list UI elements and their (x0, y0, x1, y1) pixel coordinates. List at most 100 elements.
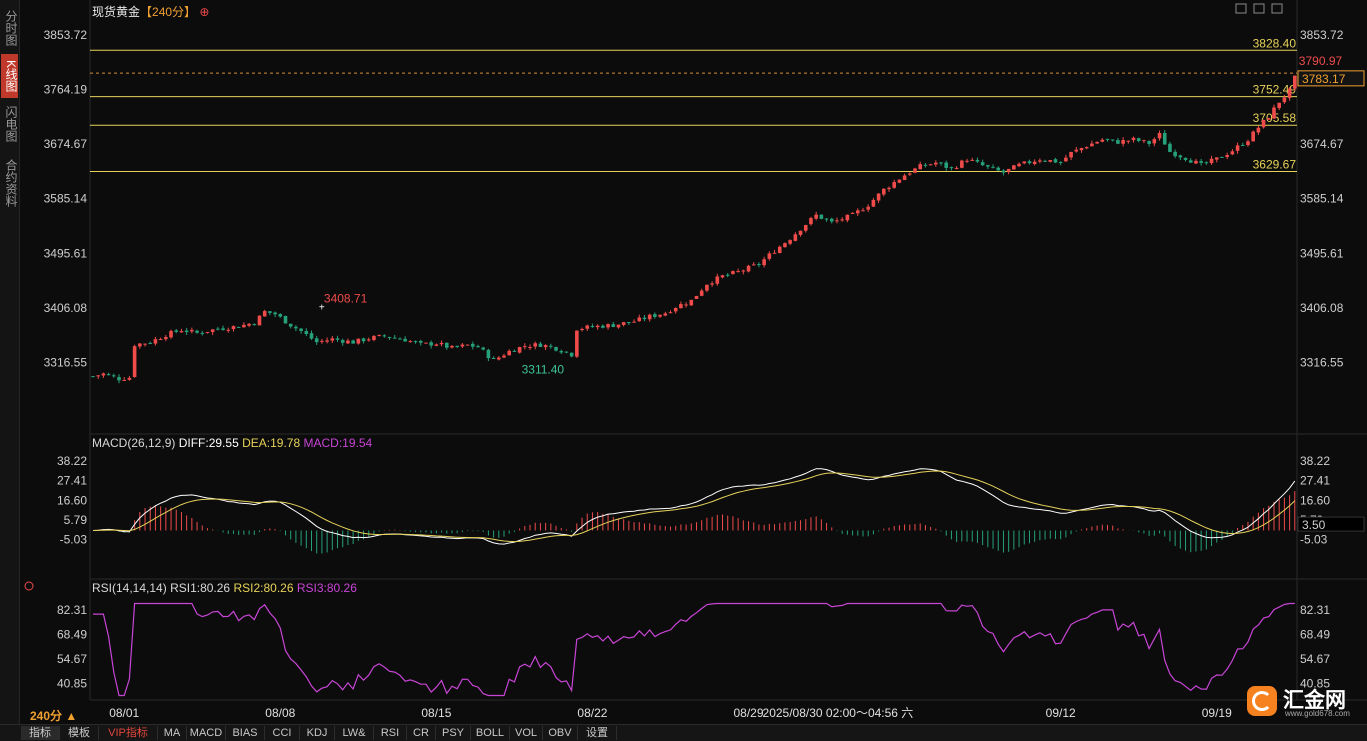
candle-body (101, 373, 106, 376)
candle-body (497, 357, 501, 360)
rsi-line (93, 602, 1295, 697)
candle-body (398, 338, 402, 340)
candle-body (1053, 159, 1058, 163)
candle-body (777, 246, 782, 253)
candle-body (1240, 144, 1245, 146)
candle-body (382, 335, 387, 337)
tab-macd[interactable]: MACD (187, 726, 226, 740)
candle-body (595, 325, 600, 328)
tab-rsi[interactable]: RSI (374, 726, 407, 740)
candle-body (283, 315, 288, 324)
tab-lw[interactable]: LW& (335, 726, 374, 740)
candle-body (252, 324, 257, 326)
right-tick-label: 3585.14 (1300, 192, 1344, 206)
tab-vol[interactable]: VOL (510, 726, 543, 740)
candle-body (1090, 143, 1094, 147)
candle-body (1126, 140, 1131, 142)
tab-cci[interactable]: CCI (265, 726, 300, 740)
candle-body (1147, 141, 1151, 144)
tab-kdj[interactable]: KDJ (300, 726, 335, 740)
period-selector[interactable]: 240分 ▲ (30, 707, 77, 724)
candle-body (663, 313, 668, 316)
right-tick-label: 3316.55 (1300, 356, 1344, 370)
candle-body (106, 374, 111, 376)
candle-body (138, 343, 142, 347)
candle-body (1214, 157, 1219, 160)
tab-ma[interactable]: MA (158, 726, 187, 740)
candle-body (174, 330, 179, 332)
rsi-right-tick-label: 54.67 (1300, 652, 1330, 666)
candle-body (746, 265, 751, 272)
candle-body (564, 351, 569, 353)
candle-body (767, 253, 772, 259)
candle-body (809, 218, 813, 225)
candle-body (96, 375, 101, 377)
candle-body (205, 331, 210, 333)
tab-vip-indicators[interactable]: VIP指标 (99, 726, 158, 740)
x-tick-label: 09/19 (1202, 706, 1232, 720)
candle-body (320, 340, 324, 342)
candle-body (923, 164, 928, 166)
candle-body (741, 270, 746, 272)
tab-boll[interactable]: BOLL (471, 726, 510, 740)
tab-settings[interactable]: 设置 (578, 726, 617, 740)
candle-body (1292, 75, 1297, 89)
candle-body (944, 162, 949, 168)
candle-body (1266, 118, 1271, 120)
candle-body (517, 347, 522, 353)
candle-body (585, 325, 590, 329)
chart-canvas[interactable]: 3853.72 3764.19 3674.67 3585.14 3495.61 3406.… (0, 0, 1367, 724)
candle-body (606, 324, 610, 328)
candle-body (1069, 151, 1073, 158)
candle-body (549, 345, 553, 347)
candle-body (169, 330, 173, 338)
candle-body (351, 340, 355, 344)
candle-body (637, 317, 642, 322)
x-tick-label: 08/22 (577, 706, 607, 720)
candle-body (1168, 143, 1172, 152)
candle-body (632, 321, 636, 323)
candle-body (601, 325, 605, 328)
y-tick-label: 3853.72 (44, 28, 88, 42)
candle-body (829, 218, 834, 222)
y-tick-label: 3674.67 (44, 137, 88, 151)
candle-body (413, 341, 418, 343)
candle-body (647, 314, 652, 320)
tab-indicators[interactable]: 指标 (21, 726, 60, 740)
candle-body (127, 377, 132, 380)
candle-body (117, 377, 121, 381)
candle-body (1277, 102, 1281, 109)
candle-body (1038, 160, 1042, 162)
candle-body (1225, 155, 1229, 157)
tab-cr[interactable]: CR (407, 726, 436, 740)
rsi-tick-label: 40.85 (57, 676, 87, 690)
macd-right-tick-label: -5.03 (1300, 533, 1328, 547)
tab-psy[interactable]: PSY (436, 726, 471, 740)
candle-body (361, 338, 366, 342)
candle-body (934, 162, 938, 165)
candle-body (1121, 140, 1125, 144)
candle-body (1131, 137, 1136, 141)
candle-body (845, 214, 850, 221)
rsi-right-tick-label: 82.31 (1300, 603, 1330, 617)
candle-body (1116, 140, 1120, 144)
tab-obv[interactable]: OBV (543, 726, 578, 740)
candle-body (309, 333, 314, 339)
candle-body (210, 329, 215, 333)
low-price-label: 3311.40 (522, 363, 565, 377)
candle-body (991, 166, 995, 168)
tab-bias[interactable]: BIAS (226, 726, 265, 740)
candle-body (158, 339, 163, 341)
macd-tick-label: -5.03 (60, 533, 88, 547)
candle-body (757, 264, 761, 266)
candle-body (1194, 160, 1198, 164)
candle-body (1246, 141, 1250, 146)
tab-template[interactable]: 模板 (60, 726, 99, 740)
candle-body (148, 342, 153, 344)
candle-body (1084, 147, 1089, 149)
candle-body (970, 159, 975, 161)
candle-body (772, 252, 777, 254)
candle-body (679, 304, 683, 309)
candle-body (1261, 119, 1266, 128)
right-tick-label: 3406.08 (1300, 301, 1344, 315)
